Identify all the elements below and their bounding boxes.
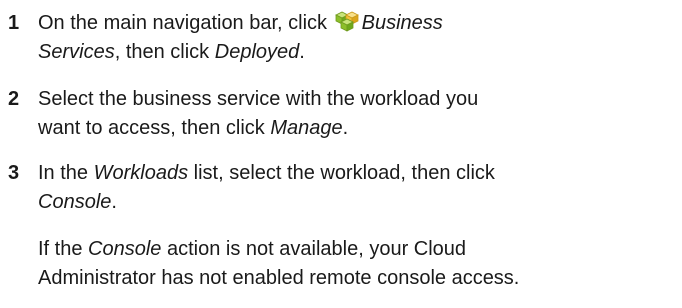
step-line: On the main navigation bar, click Busine… <box>38 9 678 38</box>
step-text-segment: , then click <box>114 41 215 63</box>
business-services-icon <box>334 9 360 33</box>
step-emphasis: Business <box>361 12 443 34</box>
step-text-segment: . <box>111 191 117 213</box>
step-emphasis: Deployed <box>214 41 300 63</box>
step-emphasis: Services <box>38 41 115 63</box>
step-number: 1 <box>8 12 20 34</box>
note-text-segment: action is not available, your Cloud <box>161 238 467 260</box>
step-line: want to access, then click Manage. <box>38 114 678 143</box>
step-text-segment: want to access, then click <box>38 117 271 139</box>
step-number: 3 <box>8 162 20 184</box>
note-line: Administrator has not enabled remote con… <box>38 267 520 289</box>
step-text-segment: . <box>342 117 349 139</box>
step-line: Select the business service with the wor… <box>38 88 479 110</box>
step-text-segment: . <box>299 41 305 63</box>
step-text-segment: In the <box>38 162 94 184</box>
step-text: Select the business service with the wor… <box>38 85 678 143</box>
note-emphasis: Console <box>88 238 162 260</box>
step-line: Services, then click Deployed. <box>38 38 678 67</box>
step-line: Console. <box>38 188 678 217</box>
step-text: On the main navigation bar, click Busine… <box>38 9 678 67</box>
note-text-segment: If the <box>38 238 89 260</box>
step-line: In the Workloads list, select the worklo… <box>38 159 678 188</box>
step-emphasis: Console <box>38 191 112 213</box>
step-emphasis: Manage <box>270 117 343 139</box>
step-emphasis: Workloads <box>93 162 189 184</box>
step-text-segment: list, select the workload, then click <box>188 162 495 184</box>
step-number: 2 <box>8 88 20 110</box>
step-text-segment: On the main navigation bar, click <box>38 12 333 34</box>
note-line: If the Console action is not available, … <box>38 235 682 264</box>
step-text: In the Workloads list, select the worklo… <box>38 159 678 217</box>
note-paragraph: If the Console action is not available, … <box>38 235 682 293</box>
